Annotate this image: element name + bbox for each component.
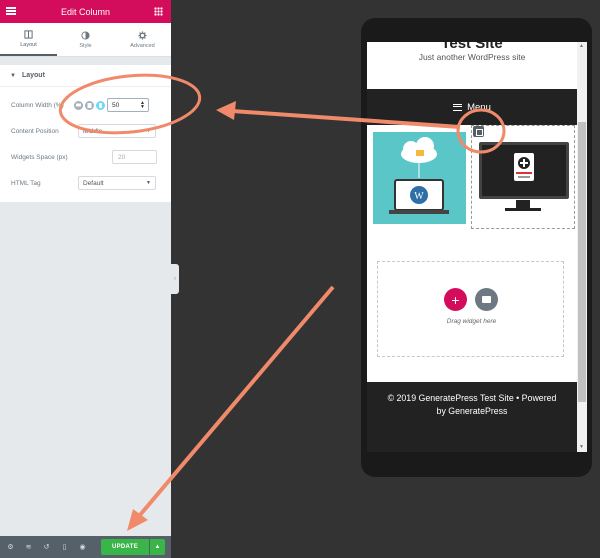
settings-gear-icon[interactable]: ⚙: [3, 536, 18, 558]
panel-header: Edit Column: [0, 0, 171, 23]
html-tag-row: HTML Tag Default ▼: [0, 170, 171, 196]
template-folder-icon[interactable]: [475, 288, 498, 311]
site-footer: © 2019 GeneratePress Test Site • Powered…: [367, 382, 577, 452]
desktop-device-icon[interactable]: [74, 100, 83, 110]
html-tag-select[interactable]: Default ▼: [78, 176, 156, 190]
chevron-down-icon: ▼: [146, 180, 151, 186]
content-position-row: Content Position Middle ▼: [0, 118, 171, 144]
panel-footer: ⚙ ≋ ↺ ▯ ◉ UPDATE ▲: [0, 536, 171, 558]
footer-line-1: © 2019 GeneratePress Test Site • Powered: [387, 393, 557, 403]
widgets-space-placeholder: 20: [118, 153, 126, 161]
widgets-space-input[interactable]: 20: [112, 150, 157, 164]
gear-icon: [138, 30, 147, 40]
html-tag-label: HTML Tag: [11, 179, 41, 187]
column-width-row: Column Width (%) 50 ▲ ▼: [0, 92, 171, 118]
footer-line-2[interactable]: by GeneratePress: [367, 405, 577, 418]
cloud-laptop-illustration: W: [389, 137, 449, 214]
preview-screen: Test Site Just another WordPress site Me…: [367, 42, 587, 452]
tab-layout-label: Layout: [20, 41, 37, 48]
scroll-up-arrow-icon[interactable]: ▲: [579, 43, 585, 49]
tab-style-label: Style: [79, 42, 92, 49]
responsive-mode-icon[interactable]: ▯: [57, 536, 72, 558]
menu-bars-icon: [453, 103, 463, 111]
annotation-arrowhead-width: [216, 101, 236, 120]
stepper-arrows-icon[interactable]: ▲ ▼: [140, 101, 145, 110]
layout-section-header[interactable]: ▼ Layout: [0, 65, 171, 87]
preview-eye-icon[interactable]: ◉: [75, 536, 90, 558]
tab-layout[interactable]: Layout: [0, 23, 57, 56]
tab-style[interactable]: Style: [57, 23, 114, 56]
widget-dropzone[interactable]: + Drag widget here: [377, 261, 564, 357]
tab-advanced-label: Advanced: [130, 42, 155, 49]
dropzone-text: Drag widget here: [446, 318, 497, 325]
add-section-plus-icon[interactable]: +: [444, 288, 467, 311]
columns-icon: [24, 29, 33, 39]
monitor-plus-image[interactable]: [479, 142, 569, 199]
panel-tabs: Layout Style Advanced: [0, 23, 171, 57]
content-position-value: Middle: [83, 127, 103, 135]
layout-section: ▼ Layout Column Width (%) 50 ▲ ▼ Content …: [0, 65, 171, 202]
cloud-wordpress-image[interactable]: W: [373, 132, 466, 224]
update-options-caret-icon[interactable]: ▲: [150, 539, 165, 555]
menu-label: Menu: [467, 101, 491, 113]
half-circle-icon: [81, 30, 90, 40]
tablet-device-icon[interactable]: [85, 100, 94, 110]
layers-icon[interactable]: ≋: [21, 536, 36, 558]
tab-advanced[interactable]: Advanced: [114, 23, 171, 56]
caret-down-icon: ▼: [10, 72, 16, 79]
content-position-select[interactable]: Middle ▼: [78, 124, 156, 138]
monitor-base: [505, 208, 541, 211]
content-position-label: Content Position: [11, 127, 59, 135]
mobile-menu-toggle[interactable]: Menu: [367, 89, 577, 125]
update-button[interactable]: UPDATE: [101, 539, 149, 555]
widgets-grid-icon[interactable]: [154, 7, 163, 16]
hamburger-menu-icon[interactable]: [6, 7, 16, 15]
column-width-label: Column Width (%): [11, 101, 64, 109]
section-title: Layout: [21, 72, 45, 79]
svg-text:W: W: [414, 191, 424, 202]
column-width-value: 50: [112, 101, 120, 109]
history-icon[interactable]: ↺: [39, 536, 54, 558]
widgets-space-label: Widgets Space (px): [11, 153, 68, 161]
column-width-input[interactable]: 50 ▲ ▼: [107, 98, 149, 112]
site-title[interactable]: Test Site: [367, 42, 577, 52]
panel-collapse-handle[interactable]: ‹: [171, 264, 179, 294]
html-tag-value: Default: [83, 179, 104, 187]
column-handle-icon[interactable]: [473, 126, 484, 137]
mobile-device-icon[interactable]: [96, 100, 105, 110]
monitor-plus-illustration: [514, 153, 534, 181]
mobile-device-frame: Test Site Just another WordPress site Me…: [361, 18, 592, 477]
site-tagline: Just another WordPress site: [418, 52, 526, 62]
widgets-space-row: Widgets Space (px) 20: [0, 144, 171, 170]
editor-panel: Edit Column Layout Style Advanced ▼ Layo…: [0, 0, 171, 558]
preview-scrollbar[interactable]: ▲ ▼: [577, 42, 587, 452]
panel-title: Edit Column: [60, 6, 111, 17]
scroll-thumb[interactable]: [578, 122, 586, 402]
scroll-down-arrow-icon[interactable]: ▼: [579, 444, 585, 450]
chevron-down-icon: ▼: [146, 128, 151, 134]
